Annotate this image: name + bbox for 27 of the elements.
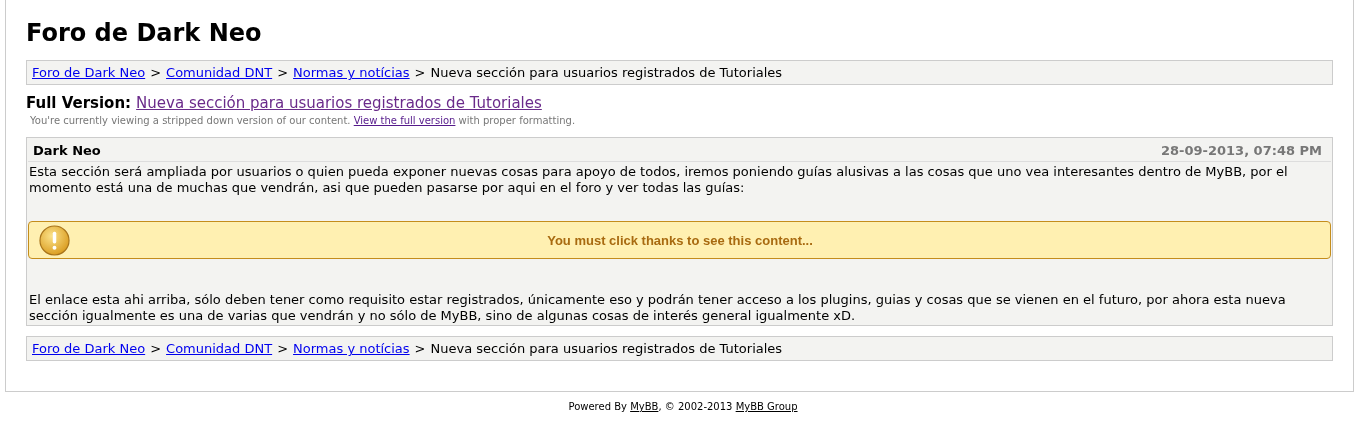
hidden-content-message: You must click thanks to see this content... [546,232,814,248]
breadcrumb-link[interactable]: Foro de Dark Neo [32,65,146,80]
post-text: Esta sección será ampliada por usuarios o quien pueda exponer nuevas cosas para apoyo de todos, iremos poniendo guías alusivas a las cosas que uno vea interesantes dentro de MyBB, por el momento está una de muchas que vendrán, asi que pueden pasarse por aqui en el foro y ver todas las guías: [29,164,1289,196]
post-date: 28-09-2013, 07:48 PM [1161,143,1322,158]
breadcrumb-link[interactable]: Foro de Dark Neo [32,341,146,356]
notice-text: You're currently viewing a stripped down version of our content. View the full version with proper formatting. [30,115,577,126]
post-author: Dark Neo [33,143,101,158]
breadcrumb-separator: > [150,65,162,80]
breadcrumb-separator: > [150,341,162,356]
breadcrumb-link[interactable]: Normas y notícias [293,341,410,356]
post-text: El enlace esta ahi arriba, sólo deben tener como requisito estar registrados, únicamente eso y podrán tener acceso a los plugins, guias y cosas que se vienen en el futuro, por ahora esta nueva sección igualmente es una de varias que vendrán y no sólo de MyBB, sino de algunas cosas de interés general igualmente xD. [29,292,1287,324]
breadcrumb-separator: > [277,65,289,80]
breadcrumb-link[interactable]: Normas y notícias [293,65,410,80]
breadcrumb-link[interactable]: Comunidad DNT [166,65,273,80]
breadcrumb-separator: > [414,341,426,356]
full-version-link[interactable]: Nueva sección para usuarios registrados de Tutoriales [136,94,542,112]
breadcrumb-current: Nueva sección para usuarios registrados de Tutoriales [430,341,783,356]
full-version-label: Full Version: [26,94,132,112]
breadcrumb-current: Nueva sección para usuarios registrados de Tutoriales [430,65,783,80]
footer-link[interactable]: MyBB Group [735,401,798,412]
footer-text: Powered By MyBB, © 2002-2013 MyBB Group [567,401,799,412]
exclamation-icon [39,224,70,256]
site-title: Foro de Dark Neo [26,19,263,47]
full-version-link[interactable]: View the full version [353,115,456,126]
breadcrumb-link[interactable]: Comunidad DNT [166,341,273,356]
breadcrumb-separator: > [277,341,289,356]
breadcrumb-separator: > [414,65,426,80]
